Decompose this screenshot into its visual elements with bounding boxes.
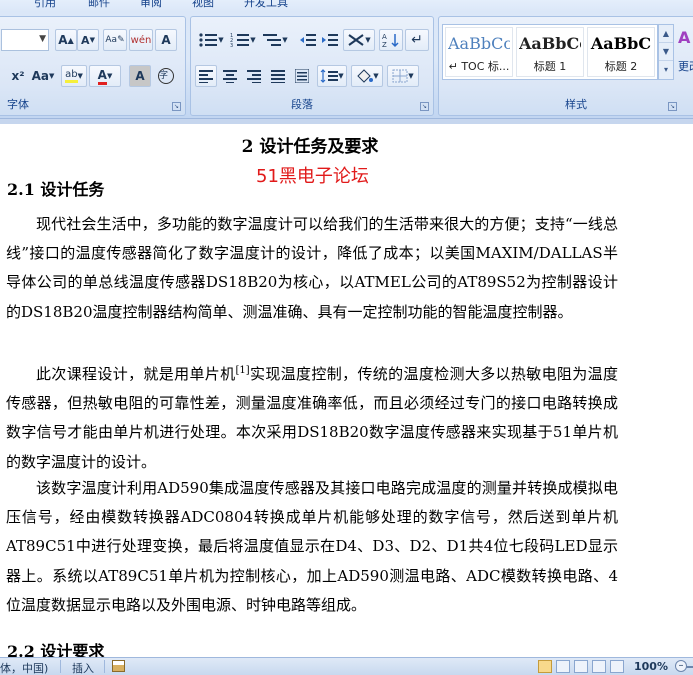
macro-record-icon[interactable]: [112, 660, 125, 672]
styles-dialog-launcher-icon[interactable]: ↘: [668, 102, 677, 111]
style-item-heading2[interactable]: AaBbC 标题 2: [587, 27, 655, 77]
tab-mailings[interactable]: 邮件: [88, 0, 110, 10]
paragraph-group-label: 段落: [291, 98, 313, 111]
change-styles-label: 更改: [678, 60, 693, 73]
tab-developer[interactable]: 开发工具: [244, 0, 288, 10]
paragraph-1: 现代社会生活中，多功能的数字温度计可以给我们的生活带来很大的方便；支持“一线总线…: [6, 215, 618, 321]
zoom-slider[interactable]: [686, 666, 693, 668]
ribbon-tabs: 引用 邮件 审阅 视图 开发工具: [0, 0, 693, 10]
status-bar: 体，中国) 插入 100% –: [0, 657, 693, 675]
watermark-text: 51黑电子论坛: [256, 166, 369, 187]
bullet-list-icon: [199, 33, 218, 47]
decrease-indent-icon: [300, 34, 316, 46]
styles-group-label: 样式: [565, 98, 587, 111]
font-dialog-launcher-icon[interactable]: ↘: [172, 102, 181, 111]
multilevel-list-icon: [263, 34, 282, 46]
sort-icon: AZ: [382, 33, 399, 48]
draft-view-button[interactable]: [610, 660, 624, 673]
align-left-button[interactable]: [195, 65, 217, 87]
insert-mode-status[interactable]: 插入: [72, 660, 94, 675]
chevron-down-icon: ▼: [39, 34, 46, 44]
style-item-heading1[interactable]: AaBbCc 标题 1: [516, 27, 584, 77]
asian-layout-button[interactable]: ▼: [343, 29, 375, 51]
increase-indent-icon: [322, 34, 338, 46]
style-item-toc[interactable]: AaBbCc ↵ TOC 标...: [445, 27, 513, 77]
paragraph-3: 该数字温度计利用AD590集成温度传感器及其接口电路完成温度的测量并转换成模拟电…: [6, 479, 618, 614]
sort-button[interactable]: AZ: [379, 29, 403, 51]
numbering-button[interactable]: 1 2 3 ▼: [227, 29, 259, 51]
outline-view-button[interactable]: [592, 660, 606, 673]
align-left-icon: [199, 70, 213, 83]
style-gallery-scroll[interactable]: ▲ ▼ ▾: [658, 24, 674, 80]
style-gallery: AaBbCc ↵ TOC 标... AaBbCc 标题 1 AaBbC 标题 2: [442, 24, 658, 80]
section-heading-2: 2.2 设计要求: [7, 642, 105, 657]
shrink-font-button[interactable]: A ▼: [77, 29, 99, 51]
multilevel-list-button[interactable]: ▼: [259, 29, 291, 51]
tab-references[interactable]: 引用: [34, 0, 56, 10]
paragraph-dialog-launcher-icon[interactable]: ↘: [420, 102, 429, 111]
font-color-button[interactable]: A ▼: [89, 65, 121, 87]
print-layout-view-button[interactable]: [538, 660, 552, 673]
change-case-button[interactable]: Aa ▼: [29, 65, 57, 87]
paragraph-2-text-a: 此次课程设计，就是用单片机: [36, 365, 236, 383]
section-heading-1: 2.1 设计任务: [7, 180, 105, 199]
status-divider: [104, 660, 105, 673]
zoom-level[interactable]: 100%: [634, 660, 668, 673]
distributed-button[interactable]: [291, 65, 313, 87]
document-page[interactable]: 2 设计任务及要求 51黑电子论坛 2.1 设计任务 现代社会生活中，多功能的数…: [0, 124, 693, 657]
line-spacing-icon: [320, 69, 339, 83]
numbered-list-icon: 123: [230, 33, 250, 48]
phonetic-guide-button[interactable]: wén: [129, 29, 153, 51]
clear-format-button[interactable]: Aa✎: [103, 29, 127, 51]
font-group-label: 字体: [7, 98, 29, 111]
grow-font-button[interactable]: A ▲: [55, 29, 77, 51]
svg-text:A: A: [382, 33, 387, 41]
ribbon: 引用 邮件 审阅 视图 开发工具 ▼ A ▲ A ▼ Aa✎ wén A x² Aa…: [0, 0, 693, 118]
char-border-button[interactable]: A: [155, 29, 177, 51]
paragraph-group: ▼ 1 2 3 ▼ ▼ ▼ AZ ↵ ▼ ▼ ▼ 段落 ↘: [190, 16, 434, 116]
justify-icon: [271, 70, 285, 83]
status-divider: [60, 660, 61, 673]
show-marks-button[interactable]: ↵: [405, 29, 429, 51]
tab-review[interactable]: 审阅: [140, 0, 162, 10]
align-right-button[interactable]: [243, 65, 265, 87]
svg-text:3: 3: [230, 43, 233, 48]
char-shading-button[interactable]: A: [129, 65, 151, 87]
citation-ref[interactable]: [1]: [236, 365, 250, 376]
change-styles-icon: A: [678, 28, 691, 47]
chevron-up-icon[interactable]: ▲: [659, 25, 673, 43]
tab-view[interactable]: 视图: [192, 0, 214, 10]
svg-text:Z: Z: [382, 41, 387, 48]
bullets-button[interactable]: ▼: [195, 29, 227, 51]
line-spacing-button[interactable]: ▼: [317, 65, 347, 87]
borders-button[interactable]: ▼: [387, 65, 419, 87]
highlight-button[interactable]: ab ▼: [61, 65, 87, 87]
superscript-button[interactable]: x²: [7, 65, 29, 87]
asian-layout-icon: [348, 34, 364, 46]
decrease-indent-button[interactable]: [297, 29, 319, 51]
align-center-button[interactable]: [219, 65, 241, 87]
paragraph-2: 此次课程设计，就是用单片机[1]实现温度控制，传统的温度检测大多以热敏电阻为温度…: [6, 356, 618, 477]
chapter-title: 2 设计任务及要求: [241, 137, 379, 157]
web-layout-view-button[interactable]: [574, 660, 588, 673]
change-styles-button[interactable]: A 更改: [676, 24, 693, 80]
align-right-icon: [247, 70, 261, 83]
align-center-icon: [223, 70, 237, 83]
borders-icon: [392, 69, 408, 83]
more-styles-icon[interactable]: ▾: [659, 61, 673, 79]
font-size-box[interactable]: ▼: [1, 29, 49, 51]
distributed-icon: [295, 69, 309, 83]
full-screen-reading-view-button[interactable]: [556, 660, 570, 673]
font-group: ▼ A ▲ A ▼ Aa✎ wén A x² Aa ▼ ab ▼ A ▼ A 字 字体 ↘: [0, 16, 186, 116]
language-status[interactable]: 体，中国): [0, 660, 48, 675]
justify-button[interactable]: [267, 65, 289, 87]
enclose-char-button[interactable]: 字: [155, 65, 177, 87]
shading-button[interactable]: ▼: [351, 65, 383, 87]
increase-indent-button[interactable]: [319, 29, 341, 51]
paint-bucket-icon: [357, 69, 374, 83]
chevron-down-icon[interactable]: ▼: [659, 43, 673, 61]
